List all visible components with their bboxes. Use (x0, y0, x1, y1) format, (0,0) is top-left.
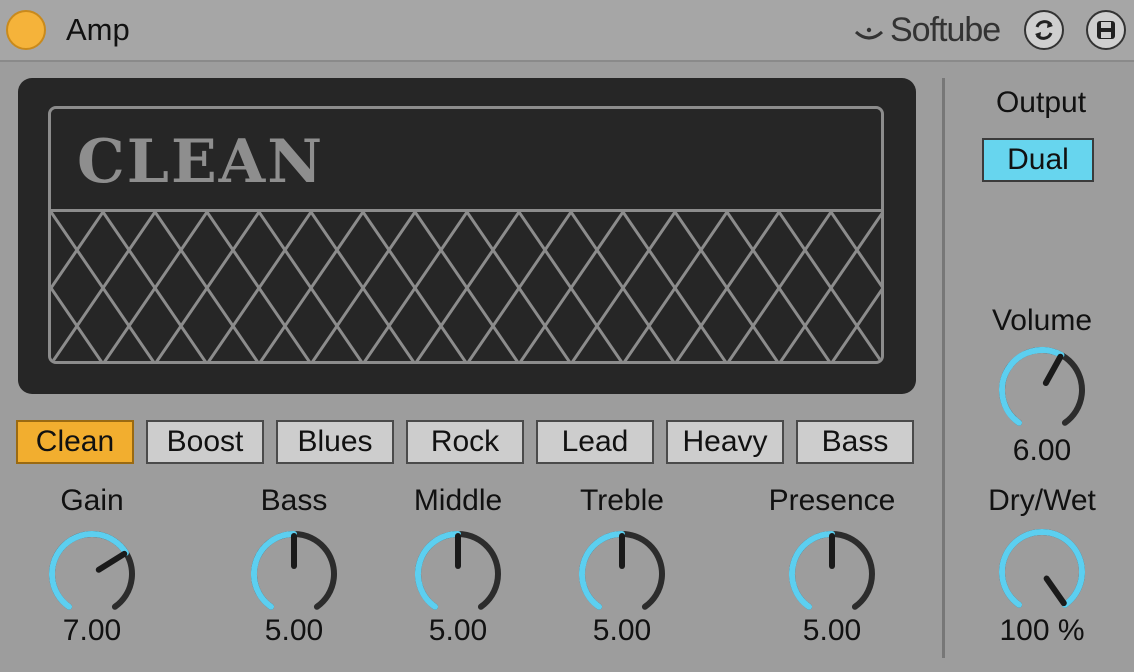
drywet-label: Dry/Wet (988, 484, 1096, 517)
gain-label: Gain (60, 484, 124, 517)
presence-label: Presence (768, 484, 896, 517)
brand-logo: Softube (852, 10, 1001, 50)
bass-knob[interactable] (246, 526, 342, 622)
middle-label: Middle (413, 484, 503, 517)
middle-value: 5.00 (428, 614, 488, 647)
knob-pointer (1043, 575, 1067, 607)
middle-knob[interactable] (410, 526, 506, 622)
presence-value: 5.00 (802, 614, 862, 647)
drywet-value: 100 % (999, 614, 1085, 647)
treble-knob[interactable] (574, 526, 670, 622)
preset-bass-button[interactable]: Bass (796, 420, 914, 464)
drywet-knob[interactable] (994, 524, 1090, 620)
treble-value: 5.00 (592, 614, 652, 647)
knob-value-arc (579, 531, 625, 610)
output-label: Output (995, 86, 1087, 119)
volume-label: Volume (991, 304, 1093, 337)
bass-label: Bass (260, 484, 328, 517)
preset-clean-button[interactable]: Clean (16, 420, 134, 464)
bass-value: 5.00 (264, 614, 324, 647)
power-icon[interactable] (6, 10, 46, 50)
preset-boost-button[interactable]: Boost (146, 420, 264, 464)
knob-value-arc (251, 531, 297, 610)
knob-value-arc (999, 347, 1065, 426)
presence-knob[interactable] (784, 526, 880, 622)
knob-value-arc (999, 529, 1085, 608)
preset-blues-button[interactable]: Blues (276, 420, 394, 464)
knob-pointer (95, 550, 128, 573)
output-mode-button[interactable]: Dual (982, 138, 1094, 182)
device-title-bar: Amp Softube (0, 0, 1134, 62)
hot-swap-icon[interactable] (1024, 10, 1064, 50)
panel-divider (942, 78, 945, 658)
device-title: Amp (66, 12, 130, 47)
brand-name: Softube (890, 10, 1001, 49)
knob-value-arc (415, 531, 461, 610)
preset-rock-button[interactable]: Rock (406, 420, 524, 464)
gain-value: 7.00 (62, 614, 122, 647)
speaker-grille (51, 212, 881, 361)
knob-pointer (1042, 353, 1064, 386)
amp-name-plate: CLEAN (51, 109, 881, 212)
softube-logo-icon (854, 27, 884, 40)
treble-label: Treble (580, 484, 664, 517)
preset-lead-button[interactable]: Lead (536, 420, 654, 464)
amp-name: CLEAN (77, 127, 325, 197)
gain-knob[interactable] (44, 526, 140, 622)
knob-value-arc (789, 531, 835, 610)
volume-knob[interactable] (994, 342, 1090, 438)
knob-value-arc (49, 531, 129, 610)
volume-value: 6.00 (1012, 434, 1072, 467)
amp-cabinet: CLEAN (48, 106, 884, 364)
amp-display: CLEAN (18, 78, 916, 394)
preset-heavy-button[interactable]: Heavy (666, 420, 784, 464)
save-icon[interactable] (1086, 10, 1126, 50)
